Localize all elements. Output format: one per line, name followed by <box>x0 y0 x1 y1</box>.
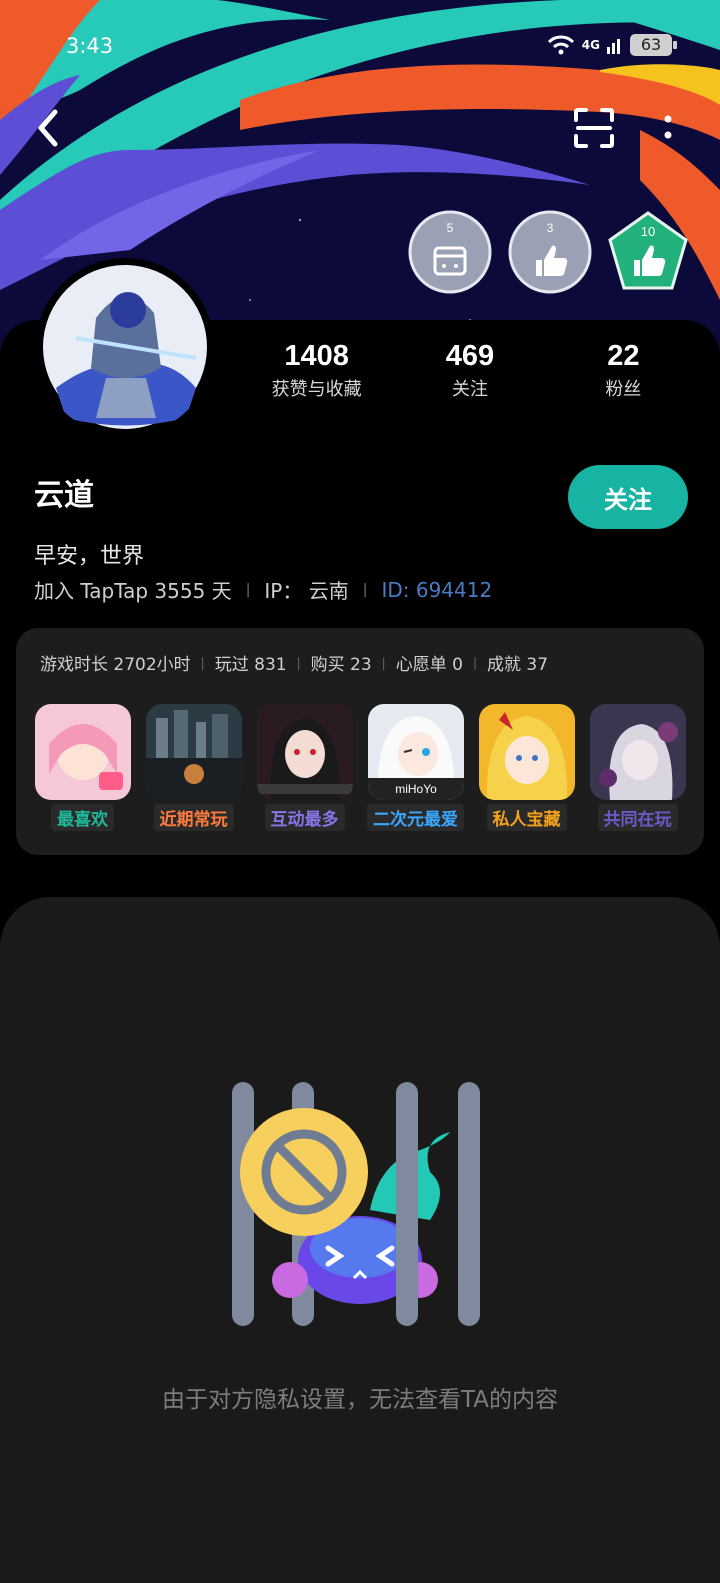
game-thumbnail <box>145 704 242 800</box>
game-thumbnail <box>256 704 353 800</box>
game-thumbnail <box>478 704 575 800</box>
wifi-icon <box>547 35 574 55</box>
game-tag: 二次元最爱 <box>367 804 464 831</box>
game-thumbnail <box>589 704 686 800</box>
played-count: 玩过 831 <box>214 655 287 675</box>
achievement-count: 成就 37 <box>487 655 549 675</box>
game-summary-card[interactable]: 游戏时长 2702小时 | 玩过 831 | 购买 23 | 心愿单 0 | 成… <box>16 628 704 855</box>
game-tag: 近期常玩 <box>153 804 234 831</box>
game-list: 最喜欢 近期常玩 互动最多 miHoYo 二次元最爱 私人宝藏 共同在玩 <box>34 704 686 831</box>
privacy-message: 由于对方隐私设置，无法查看TA的内容 <box>162 1387 558 1413</box>
profile-bio: 早安，世界 <box>34 544 145 569</box>
signal-icon <box>607 39 620 54</box>
game-tag: 私人宝藏 <box>486 804 567 831</box>
stat-label: 获赞与收藏 <box>271 379 362 400</box>
summary-line: 游戏时长 2702小时 | 玩过 831 | 购买 23 | 心愿单 0 | 成… <box>40 650 548 675</box>
more-button[interactable] <box>640 100 696 156</box>
divider: | <box>200 655 205 670</box>
purchased-count: 购买 23 <box>310 655 372 675</box>
game-anime-favorite[interactable]: miHoYo 二次元最爱 <box>367 704 464 831</box>
joined-days: 加入 TapTap 3555 天 <box>34 579 232 603</box>
stat-value: 1408 <box>284 340 349 372</box>
profile-stats: 1408 获赞与收藏 469 关注 22 粉丝 <box>240 340 700 401</box>
game-tag: 共同在玩 <box>597 804 678 831</box>
stat-label: 粉丝 <box>605 379 642 400</box>
game-interaction[interactable]: 互动最多 <box>256 704 353 831</box>
game-recent[interactable]: 近期常玩 <box>145 704 242 831</box>
game-favorite[interactable]: 最喜欢 <box>34 704 131 831</box>
scan-icon <box>574 108 614 148</box>
publisher-logo: miHoYo <box>395 782 437 796</box>
badge-calendar[interactable]: 5 <box>408 210 492 294</box>
profile-name: 云道 <box>34 478 94 513</box>
status-bar: 3:43 4G 63 <box>0 32 720 62</box>
divider: | <box>362 581 368 598</box>
badge-count: 5 <box>447 221 454 235</box>
status-time: 3:43 <box>66 34 114 58</box>
divider: | <box>381 655 386 670</box>
network-type: 4G <box>581 38 600 52</box>
privacy-blocked-icon <box>232 1082 480 1326</box>
more-vertical-icon <box>664 115 672 139</box>
back-button[interactable] <box>20 100 76 156</box>
ip-location: IP： 云南 <box>264 579 349 603</box>
stat-value: 22 <box>607 340 640 372</box>
game-playing-together[interactable]: 共同在玩 <box>589 704 686 831</box>
user-id[interactable]: ID: 694412 <box>381 578 492 602</box>
divider: | <box>472 655 477 670</box>
game-tag: 最喜欢 <box>51 804 114 831</box>
stat-value: 469 <box>445 340 495 372</box>
battery-indicator: 63 <box>630 34 677 56</box>
stat-likes[interactable]: 1408 获赞与收藏 <box>240 340 393 401</box>
divider: | <box>245 581 251 598</box>
status-icons: 4G 63 <box>546 34 677 56</box>
chevron-left-icon <box>38 109 58 147</box>
badge-thumbs-up[interactable]: 3 <box>508 210 592 294</box>
game-tag: 互动最多 <box>264 804 345 831</box>
badge-thumbs-up-green[interactable]: 10 <box>606 210 690 294</box>
stat-followers[interactable]: 22 粉丝 <box>547 340 700 401</box>
wishlist-count: 心愿单 0 <box>395 655 463 675</box>
follow-button[interactable]: 关注 <box>568 465 688 529</box>
stat-label: 关注 <box>451 379 488 400</box>
game-treasure[interactable]: 私人宝藏 <box>478 704 575 831</box>
game-thumbnail: miHoYo <box>367 704 464 800</box>
profile-meta: 加入 TapTap 3555 天 | IP： 云南 | ID: 694412 <box>34 575 492 604</box>
scan-button[interactable] <box>566 100 622 156</box>
badge-count: 10 <box>641 224 655 239</box>
game-thumbnail <box>34 704 131 800</box>
stat-following[interactable]: 469 关注 <box>393 340 546 401</box>
avatar[interactable] <box>36 258 214 436</box>
divider: | <box>296 655 301 670</box>
play-time: 游戏时长 2702小时 <box>40 655 191 675</box>
badge-count: 3 <box>547 221 554 235</box>
